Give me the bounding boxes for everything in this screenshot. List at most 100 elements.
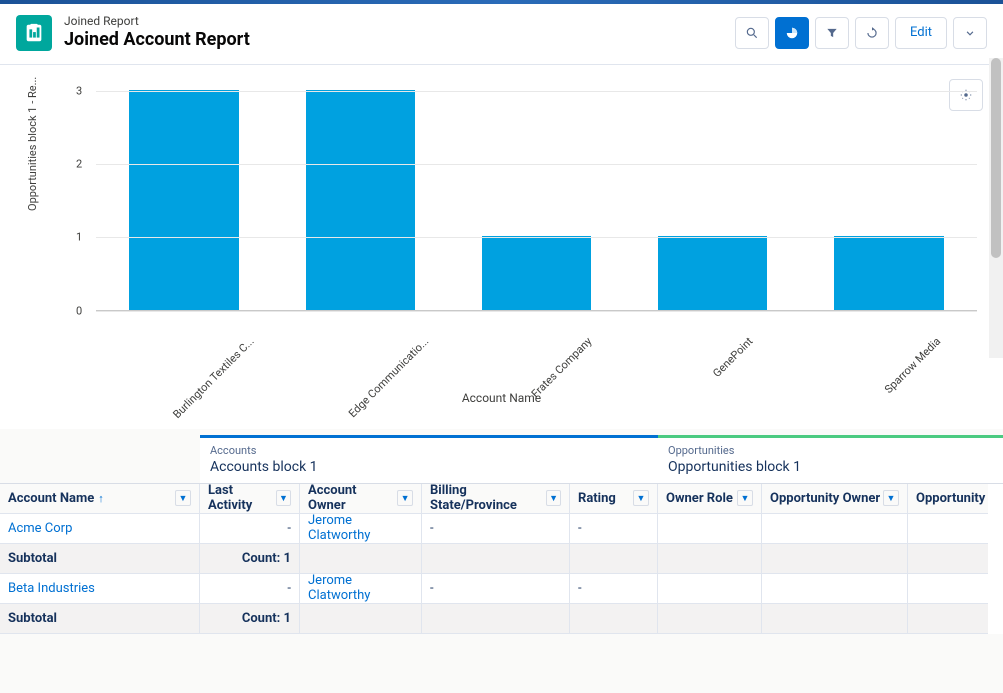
col-opportunity-owner[interactable]: Opportunity Owner ▼ bbox=[762, 484, 908, 514]
opportunities-block-header: Opportunities Opportunities block 1 bbox=[658, 435, 1003, 483]
bar-slot bbox=[801, 91, 977, 310]
cell-owner-role bbox=[658, 574, 762, 604]
cell-empty bbox=[658, 544, 762, 574]
col-rating-label: Rating bbox=[578, 491, 616, 506]
page-header: Joined Report Joined Account Report Edit bbox=[0, 4, 1003, 65]
col-opportunity[interactable]: Opportunity bbox=[908, 484, 988, 514]
bar[interactable] bbox=[129, 90, 238, 310]
cell-rating: - bbox=[570, 514, 658, 544]
x-label-slot: Frates Company bbox=[448, 315, 624, 328]
blocks-spacer bbox=[0, 435, 200, 483]
chart-toggle-button[interactable] bbox=[775, 17, 809, 49]
bar[interactable] bbox=[482, 236, 591, 309]
x-label-slot: Sparrow Media bbox=[801, 315, 977, 328]
report-icon bbox=[16, 15, 52, 51]
cell-empty bbox=[908, 604, 988, 634]
chart-plot: 0123 bbox=[96, 91, 977, 311]
col-menu-icon[interactable]: ▼ bbox=[883, 490, 899, 506]
grid-body: Acme Corp-Jerome Clatworthy--SubtotalCou… bbox=[0, 514, 1003, 634]
refresh-button[interactable] bbox=[855, 17, 889, 49]
bars-container bbox=[96, 91, 977, 310]
col-menu-icon[interactable]: ▼ bbox=[175, 490, 191, 506]
chart-area: Opportunities block 1 - Re... 0123 Burli… bbox=[16, 91, 987, 421]
cell-empty bbox=[570, 544, 658, 574]
y-tick: 2 bbox=[76, 158, 82, 171]
x-tick-label: Edge Communicatio... bbox=[346, 335, 431, 420]
col-account-name[interactable]: Account Name↑ ▼ bbox=[0, 484, 200, 514]
cell-empty bbox=[762, 544, 908, 574]
opportunities-block-name: Opportunities block 1 bbox=[668, 459, 993, 475]
gridline bbox=[96, 237, 977, 238]
cell-empty bbox=[422, 544, 570, 574]
cell-rating: - bbox=[570, 574, 658, 604]
cell-account-owner[interactable]: Jerome Clatworthy bbox=[300, 574, 422, 604]
cell-billing-state: - bbox=[422, 514, 570, 544]
col-last-activity-label: Last Activity bbox=[208, 483, 276, 513]
accounts-block-header: Accounts Accounts block 1 bbox=[200, 435, 658, 483]
search-button[interactable] bbox=[735, 17, 769, 49]
more-actions-button[interactable] bbox=[953, 17, 987, 49]
y-tick: 1 bbox=[76, 231, 82, 244]
report-type-label: Joined Report bbox=[64, 14, 250, 28]
x-tick-label: Sparrow Media bbox=[882, 335, 943, 396]
cell-account-name[interactable]: Acme Corp bbox=[0, 514, 200, 544]
x-labels: Burlington Textiles C...Edge Communicati… bbox=[96, 315, 977, 328]
chevron-down-icon bbox=[963, 26, 977, 40]
cell-empty bbox=[762, 604, 908, 634]
table-row: Acme Corp-Jerome Clatworthy-- bbox=[0, 514, 1003, 544]
cell-account-owner[interactable]: Jerome Clatworthy bbox=[300, 514, 422, 544]
scroll-thumb[interactable] bbox=[991, 58, 1001, 258]
bar-slot bbox=[448, 91, 624, 310]
cell-subtotal-label: Subtotal bbox=[0, 604, 200, 634]
gridline bbox=[96, 164, 977, 165]
col-menu-icon[interactable]: ▼ bbox=[633, 490, 649, 506]
main-content: Opportunities block 1 - Re... 0123 Burli… bbox=[0, 65, 1003, 693]
col-menu-icon[interactable]: ▼ bbox=[397, 490, 413, 506]
gridline bbox=[96, 311, 977, 312]
cell-last-activity: - bbox=[200, 574, 300, 604]
col-account-owner-label: Account Owner bbox=[308, 483, 397, 513]
header-left: Joined Report Joined Account Report bbox=[16, 14, 250, 52]
col-opportunity-label: Opportunity bbox=[916, 491, 985, 506]
header-row: Account Name↑ ▼ Last Activity ▼ Account … bbox=[0, 484, 1003, 514]
bar-slot bbox=[272, 91, 448, 310]
chart-panel: Opportunities block 1 - Re... 0123 Burli… bbox=[0, 65, 1003, 429]
x-label-slot: Edge Communicatio... bbox=[272, 315, 448, 328]
vertical-scrollbar[interactable] bbox=[989, 58, 1003, 358]
bar[interactable] bbox=[658, 236, 767, 309]
cell-subtotal-count: Count: 1 bbox=[200, 544, 300, 574]
cell-subtotal-count: Count: 1 bbox=[200, 604, 300, 634]
col-opportunity-owner-label: Opportunity Owner bbox=[770, 491, 880, 506]
table-row: Beta Industries-Jerome Clatworthy-- bbox=[0, 574, 1003, 604]
cell-empty bbox=[300, 604, 422, 634]
cell-empty bbox=[300, 544, 422, 574]
cell-empty bbox=[908, 544, 988, 574]
col-rating[interactable]: Rating ▼ bbox=[570, 484, 658, 514]
cell-opportunity bbox=[908, 514, 988, 544]
cell-last-activity: - bbox=[200, 514, 300, 544]
pie-chart-icon bbox=[785, 26, 799, 40]
bar[interactable] bbox=[834, 236, 943, 309]
filter-button[interactable] bbox=[815, 17, 849, 49]
edit-button[interactable]: Edit bbox=[895, 17, 947, 49]
col-owner-role[interactable]: Owner Role ▼ bbox=[658, 484, 762, 514]
col-menu-icon[interactable]: ▼ bbox=[276, 490, 291, 506]
x-axis-title: Account Name bbox=[16, 391, 987, 405]
cell-opportunity-owner bbox=[762, 514, 908, 544]
cell-opportunity bbox=[908, 574, 988, 604]
cell-billing-state: - bbox=[422, 574, 570, 604]
bar[interactable] bbox=[306, 90, 415, 310]
sort-asc-icon: ↑ bbox=[98, 492, 104, 505]
bar-slot bbox=[96, 91, 272, 310]
col-menu-icon[interactable]: ▼ bbox=[737, 490, 753, 506]
col-account-owner[interactable]: Account Owner ▼ bbox=[300, 484, 422, 514]
bar-slot bbox=[625, 91, 801, 310]
col-billing-state-label: Billing State/Province bbox=[430, 483, 546, 513]
col-billing-state[interactable]: Billing State/Province ▼ bbox=[422, 484, 570, 514]
cell-account-name[interactable]: Beta Industries bbox=[0, 574, 200, 604]
cell-empty bbox=[422, 604, 570, 634]
col-menu-icon[interactable]: ▼ bbox=[546, 490, 561, 506]
y-axis-label: Opportunities block 1 - Re... bbox=[26, 76, 39, 210]
col-last-activity[interactable]: Last Activity ▼ bbox=[200, 484, 300, 514]
x-tick-label: Burlington Textiles C... bbox=[170, 335, 256, 421]
